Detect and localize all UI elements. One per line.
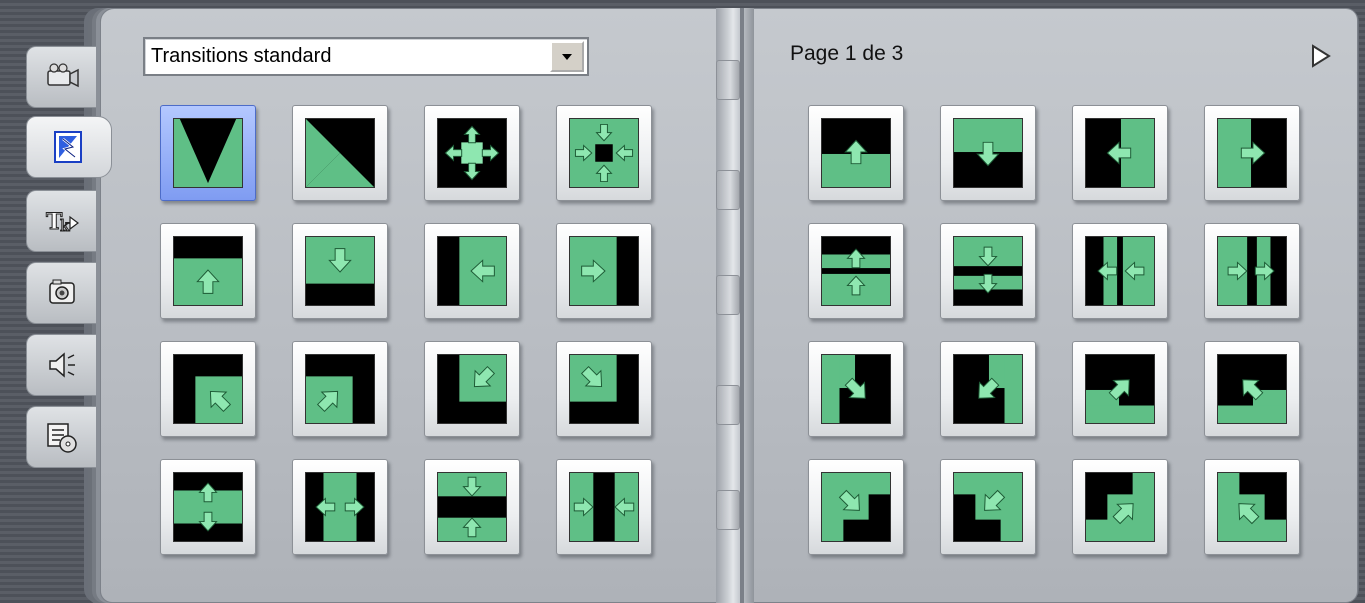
transitions-icon xyxy=(54,131,82,163)
video-camera-icon xyxy=(46,63,79,88)
transition-thumbnail-split-vertical-open[interactable] xyxy=(160,459,256,555)
transition-thumbnail-wipe-down-left-corner[interactable] xyxy=(424,341,520,437)
transition-thumbnail-split-push-horizontal-out[interactable] xyxy=(1204,223,1300,319)
wipe-down-from-top-preview-icon xyxy=(305,236,375,306)
wipe-up-right-corner-preview-icon xyxy=(305,354,375,424)
corner-push-down-right-preview-icon xyxy=(821,354,891,424)
transition-thumbnail-push-up[interactable] xyxy=(808,105,904,201)
transition-thumbnail-wipe-up-right-corner[interactable] xyxy=(292,341,388,437)
speaker-icon xyxy=(48,352,75,378)
split-horizontal-open-preview-icon xyxy=(305,472,375,542)
tab-transitions[interactable] xyxy=(26,116,112,178)
transition-thumbnail-wipe-diamond[interactable] xyxy=(292,105,388,201)
arrow-right-icon xyxy=(1312,44,1331,68)
transition-thumbnail-wipe-down-from-top[interactable] xyxy=(292,223,388,319)
wipe-left-from-right-preview-icon xyxy=(437,236,507,306)
svg-text:k: k xyxy=(60,216,70,235)
tab-disc-menus[interactable] xyxy=(26,406,96,468)
transition-thumbnail-push-left[interactable] xyxy=(1072,105,1168,201)
spine-hinge xyxy=(716,170,740,210)
split-vertical-open-preview-icon xyxy=(173,472,243,542)
transition-thumbnail-corner-push-up-right[interactable] xyxy=(1072,341,1168,437)
wipe-down-right-corner-preview-icon xyxy=(569,354,639,424)
corner-reveal-down-left-preview-icon xyxy=(953,472,1023,542)
split-horizontal-close-preview-icon xyxy=(569,472,639,542)
transition-thumbnail-corner-push-up-left[interactable] xyxy=(1204,341,1300,437)
transition-thumbnail-corner-reveal-down-right[interactable] xyxy=(808,459,904,555)
wipe-down-left-corner-preview-icon xyxy=(437,354,507,424)
transition-thumbnail-wipe-up-from-bottom[interactable] xyxy=(160,223,256,319)
wipe-up-from-bottom-preview-icon xyxy=(173,236,243,306)
transition-thumbnail-split-push-horizontal-in[interactable] xyxy=(1072,223,1168,319)
corner-push-up-left-preview-icon xyxy=(1217,354,1287,424)
tab-titles[interactable]: T k xyxy=(26,190,96,252)
transition-thumbnail-corner-reveal-up-left[interactable] xyxy=(1204,459,1300,555)
spine-divider xyxy=(740,8,744,603)
transition-thumbnail-push-down[interactable] xyxy=(940,105,1036,201)
spine-hinge xyxy=(716,60,740,100)
transition-thumbnail-corner-push-down-left[interactable] xyxy=(940,341,1036,437)
transition-thumbnail-corner-reveal-down-left[interactable] xyxy=(940,459,1036,555)
transition-category-value: Transitions standard xyxy=(151,45,332,67)
transition-thumbnail-wipe-left-from-right[interactable] xyxy=(424,223,520,319)
chevron-down-icon xyxy=(562,53,572,60)
title-icon: T k xyxy=(45,209,79,236)
wipe-diamond-preview-icon xyxy=(305,118,375,188)
spine-hinge xyxy=(716,385,740,425)
transition-thumbnail-split-horizontal-open[interactable] xyxy=(292,459,388,555)
arrows-in-cross-preview-icon xyxy=(569,118,639,188)
transition-thumbnail-split-horizontal-close[interactable] xyxy=(556,459,652,555)
push-right-preview-icon xyxy=(1217,118,1287,188)
push-left-preview-icon xyxy=(1085,118,1155,188)
wipe-right-from-left-preview-icon xyxy=(569,236,639,306)
transition-thumbnail-wipe-v-down[interactable] xyxy=(160,105,256,201)
wipe-up-left-corner-preview-icon xyxy=(173,354,243,424)
push-down-preview-icon xyxy=(953,118,1023,188)
disc-menu-icon xyxy=(46,423,77,453)
transition-thumbnail-wipe-up-left-corner[interactable] xyxy=(160,341,256,437)
tab-photos[interactable] xyxy=(26,262,96,324)
photo-icon xyxy=(48,279,75,304)
transition-thumbnail-corner-reveal-up-right[interactable] xyxy=(1072,459,1168,555)
tab-video-scenes[interactable] xyxy=(26,46,96,108)
transition-thumbnail-arrows-out-cross[interactable] xyxy=(424,105,520,201)
arrows-out-cross-preview-icon xyxy=(437,118,507,188)
corner-reveal-down-right-preview-icon xyxy=(821,472,891,542)
page-indicator: Page 1 de 3 xyxy=(790,42,904,65)
transition-thumbnail-corner-push-down-right[interactable] xyxy=(808,341,904,437)
corner-reveal-up-left-preview-icon xyxy=(1217,472,1287,542)
transition-thumbnail-wipe-down-right-corner[interactable] xyxy=(556,341,652,437)
tab-sound-effects[interactable] xyxy=(26,334,96,396)
transition-thumbnail-split-push-vertical-in[interactable] xyxy=(940,223,1036,319)
split-vertical-close-preview-icon xyxy=(437,472,507,542)
split-push-horizontal-in-preview-icon xyxy=(1085,236,1155,306)
push-up-preview-icon xyxy=(821,118,891,188)
spine-hinge xyxy=(716,490,740,530)
spine-hinge xyxy=(716,275,740,315)
split-push-vertical-preview-icon xyxy=(821,236,891,306)
transition-thumbnail-wipe-right-from-left[interactable] xyxy=(556,223,652,319)
corner-push-down-left-preview-icon xyxy=(953,354,1023,424)
dropdown-toggle-button[interactable] xyxy=(550,41,584,72)
wipe-v-down-preview-icon xyxy=(173,118,243,188)
transition-thumbnail-arrows-in-cross[interactable] xyxy=(556,105,652,201)
transition-thumbnail-split-vertical-close[interactable] xyxy=(424,459,520,555)
transition-thumbnail-split-push-vertical[interactable] xyxy=(808,223,904,319)
corner-reveal-up-right-preview-icon xyxy=(1085,472,1155,542)
split-push-horizontal-out-preview-icon xyxy=(1217,236,1287,306)
transition-thumbnail-push-right[interactable] xyxy=(1204,105,1300,201)
next-page-button[interactable] xyxy=(1305,40,1337,72)
corner-push-up-right-preview-icon xyxy=(1085,354,1155,424)
split-push-vertical-in-preview-icon xyxy=(953,236,1023,306)
transition-category-select[interactable]: Transitions standard xyxy=(143,37,589,76)
